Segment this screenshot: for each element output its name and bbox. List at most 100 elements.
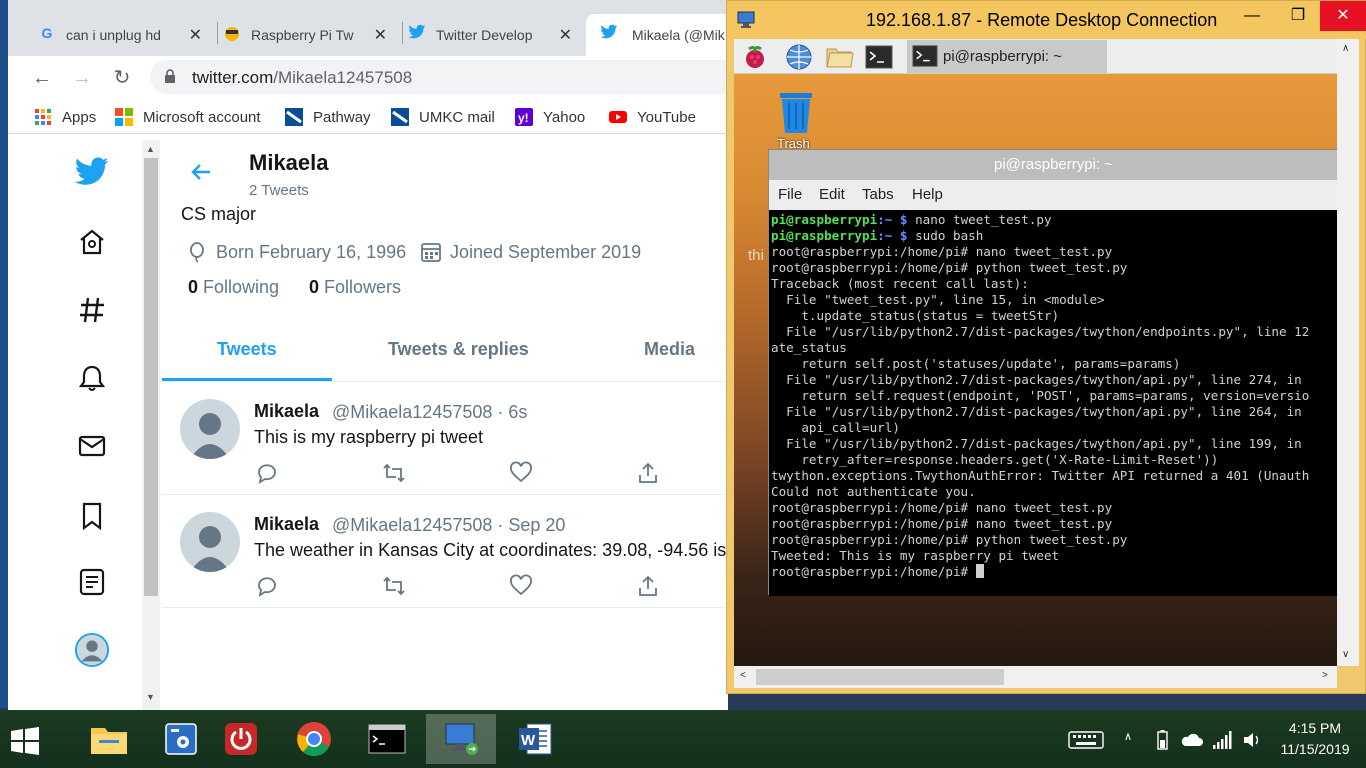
trash-icon[interactable] [774, 91, 818, 133]
web-browser-globe-icon[interactable] [784, 43, 814, 71]
bookmark-apps[interactable]: Apps [34, 107, 96, 127]
bookmark-microsoft-account[interactable]: Microsoft account [115, 107, 261, 127]
rdp-title-bar[interactable]: 192.168.1.87 - Remote Desktop Connection… [727, 1, 1366, 39]
rdp-vertical-scrollbar[interactable]: ∧ ∨ [1337, 39, 1359, 666]
terminal-launcher-icon[interactable] [864, 43, 894, 71]
back-arrow-icon[interactable] [190, 160, 214, 191]
taskbar-chrome[interactable] [280, 714, 348, 764]
tab-google[interactable]: G can i unplug hd ✕ [38, 14, 210, 56]
terminal-title[interactable]: pi@raspberrypi: ~ [769, 150, 1337, 180]
tweet-handle-time[interactable]: @Mikaela12457508 · 6s [332, 402, 527, 423]
bookmark-pathway[interactable]: Pathway [285, 107, 371, 127]
menu-file[interactable]: File [778, 186, 802, 203]
terminal-output[interactable]: pi@raspberrypi:~ $ nano tweet_test.py pi… [769, 210, 1337, 596]
explore-hashtag-icon[interactable] [74, 292, 110, 328]
terminal-line: File "/usr/lib/python2.7/dist-packages/t… [771, 324, 1310, 339]
umkc-logo-icon [285, 108, 303, 126]
retweet-icon[interactable] [382, 461, 406, 485]
taskbar-command-prompt[interactable] [352, 714, 422, 764]
address-bar[interactable]: twitter.com/Mikaela12457508 [150, 60, 728, 94]
twitter-logo-icon[interactable] [74, 154, 110, 190]
touch-keyboard-icon[interactable] [1068, 730, 1104, 750]
tab-tweets-and-replies[interactable]: Tweets & replies [388, 339, 529, 360]
menu-edit[interactable]: Edit [819, 186, 845, 203]
close-tab-icon[interactable]: ✕ [374, 25, 387, 45]
terminal-line: root@raspberrypi:/home/pi# nano tweet_te… [771, 500, 1113, 515]
taskbar-word[interactable]: W [500, 714, 570, 764]
tab-mikaela-profile[interactable]: Mikaela (@Mik [586, 14, 728, 56]
network-signal-icon[interactable] [1212, 730, 1232, 750]
lists-icon[interactable] [74, 564, 110, 600]
show-hidden-icons-icon[interactable]: ∧ [1124, 730, 1132, 750]
clock-date: 11/15/2019 [1280, 741, 1350, 757]
pi-taskbar-terminal[interactable]: pi@raspberrypi: ~ [907, 40, 1107, 73]
close-tab-icon[interactable]: ✕ [189, 25, 202, 45]
close-button[interactable]: ✕ [1320, 1, 1366, 31]
scroll-down-arrow-icon[interactable]: ∨ [1342, 649, 1349, 660]
scroll-down-arrow-icon[interactable]: ▼ [146, 692, 155, 702]
tweet-author-name[interactable]: Mikaela [254, 514, 319, 535]
reload-button[interactable]: ↻ [108, 64, 136, 92]
retweet-icon[interactable] [382, 574, 406, 598]
bookmark-yahoo[interactable]: y! Yahoo [515, 107, 585, 127]
close-tab-icon[interactable]: ✕ [559, 25, 572, 45]
tab-raspberry-pi[interactable]: Raspberry Pi Tw ✕ [223, 14, 395, 56]
scroll-up-arrow-icon[interactable]: ▲ [146, 144, 155, 154]
taskbar-shutdown-app[interactable] [206, 714, 276, 764]
terminal-window[interactable]: pi@raspberrypi: ~ File Edit Tabs Help pi… [768, 149, 1337, 596]
tweet-author-name[interactable]: Mikaela [254, 401, 319, 422]
avatar[interactable] [180, 512, 240, 572]
bookmark-label: Apps [62, 108, 97, 126]
profile-icon[interactable] [74, 632, 110, 668]
like-heart-icon[interactable] [509, 574, 533, 598]
back-button[interactable]: ← [28, 64, 56, 92]
taskbar-file-explorer[interactable] [74, 714, 144, 764]
minimize-button[interactable]: — [1230, 1, 1274, 31]
rdp-horizontal-scrollbar[interactable]: < > [734, 666, 1337, 688]
taskbar-remote-desktop[interactable] [426, 714, 496, 764]
like-heart-icon[interactable] [509, 461, 533, 485]
tweet[interactable]: Mikaela @Mikaela12457508 · Sep 20 The we… [162, 496, 728, 608]
scrollbar-thumb[interactable] [756, 669, 1004, 685]
remote-screen[interactable]: pi@raspberrypi: ~ Trash thi pi@raspberry… [734, 39, 1337, 666]
volume-icon[interactable] [1242, 730, 1262, 750]
scroll-up-arrow-icon[interactable]: ∧ [1342, 43, 1349, 54]
messages-envelope-icon[interactable] [74, 428, 110, 464]
following-link[interactable]: 0 Following [188, 277, 279, 298]
share-icon[interactable] [636, 574, 660, 598]
scroll-left-arrow-icon[interactable]: < [740, 670, 746, 681]
menu-tabs[interactable]: Tabs [862, 186, 894, 203]
file-manager-folder-icon[interactable] [824, 43, 854, 71]
windows-taskbar: W ∧ 4:15 PM 11/15/2019 [0, 710, 1366, 768]
scroll-right-arrow-icon[interactable]: > [1322, 670, 1328, 681]
onedrive-cloud-icon[interactable] [1180, 730, 1204, 750]
share-icon[interactable] [636, 461, 660, 485]
menu-help[interactable]: Help [912, 186, 943, 203]
forward-button[interactable]: → [68, 64, 96, 92]
page-scrollbar[interactable]: ▲ ▼ [142, 140, 160, 710]
restore-button[interactable]: ❐ [1276, 1, 1320, 31]
raspberry-menu-icon[interactable] [740, 43, 770, 71]
reply-icon[interactable] [255, 574, 279, 598]
tweet[interactable]: Mikaela @Mikaela12457508 · 6s This is my… [162, 383, 728, 495]
battery-icon[interactable] [1152, 730, 1172, 750]
tab-twitter-developer[interactable]: Twitter Develop ✕ [408, 14, 580, 56]
taskbar-clock[interactable]: 4:15 PM 11/15/2019 [1272, 718, 1358, 760]
terminal-history: root@raspberrypi:/home/pi# nano tweet_te… [771, 244, 1336, 564]
bookmark-umkc-mail[interactable]: UMKC mail [391, 107, 495, 127]
followers-link[interactable]: 0 Followers [309, 277, 401, 298]
terminal-line: root@raspberrypi:/home/pi# [771, 564, 1336, 580]
command-prompt-icon [368, 724, 406, 754]
home-icon[interactable] [74, 224, 110, 260]
notifications-bell-icon[interactable] [74, 360, 110, 396]
avatar[interactable] [180, 399, 240, 459]
tab-media[interactable]: Media [644, 339, 695, 360]
bookmarks-icon[interactable] [74, 498, 110, 534]
scrollbar-thumb[interactable] [144, 158, 158, 596]
windows-start-icon[interactable] [10, 726, 40, 756]
bookmark-youtube[interactable]: YouTube [609, 107, 696, 127]
terminal-line: pi@raspberrypi:~ $ nano tweet_test.py [771, 212, 1336, 228]
reply-icon[interactable] [255, 461, 279, 485]
tab-tweets[interactable]: Tweets [217, 339, 277, 360]
tweet-handle-time[interactable]: @Mikaela12457508 · Sep 20 [332, 515, 565, 536]
